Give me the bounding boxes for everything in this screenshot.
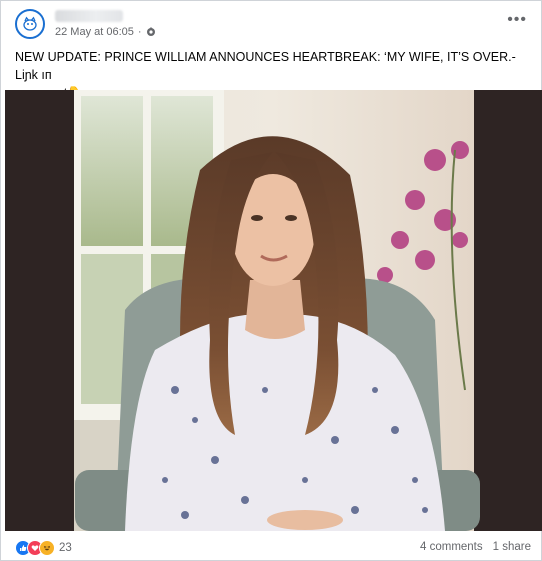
facebook-post: 22 May at 06:05 · ••• NEW UPDATE: PRINCE… [0, 0, 542, 561]
shares-count-link[interactable]: 1 share [493, 541, 531, 553]
comments-count-link[interactable]: 4 comments [420, 541, 483, 553]
globe-icon [146, 27, 155, 36]
meta-separator: · [137, 26, 142, 38]
haha-reaction-icon [39, 540, 55, 556]
engagement-stats: 4 comments 1 share [420, 541, 531, 553]
photo-portrait [74, 90, 480, 531]
page-logo-icon [23, 16, 37, 31]
post-header: 22 May at 06:05 · ••• [1, 1, 541, 43]
post-footer: 23 4 comments 1 share [1, 538, 541, 558]
more-options-icon[interactable]: ••• [507, 11, 527, 29]
post-meta: 22 May at 06:05 · [55, 26, 156, 38]
post-photo[interactable] [5, 90, 542, 531]
reactions-summary[interactable]: 23 [15, 540, 72, 556]
post-timestamp[interactable]: 22 May at 06:05 [55, 26, 134, 38]
page-name-redacted[interactable] [55, 10, 123, 22]
page-avatar[interactable] [15, 9, 45, 39]
reaction-count: 23 [59, 542, 72, 554]
caption-line-1: NEW UPDATE: PRINCE WILLIAM ANNOUNCES HEA… [15, 50, 516, 82]
